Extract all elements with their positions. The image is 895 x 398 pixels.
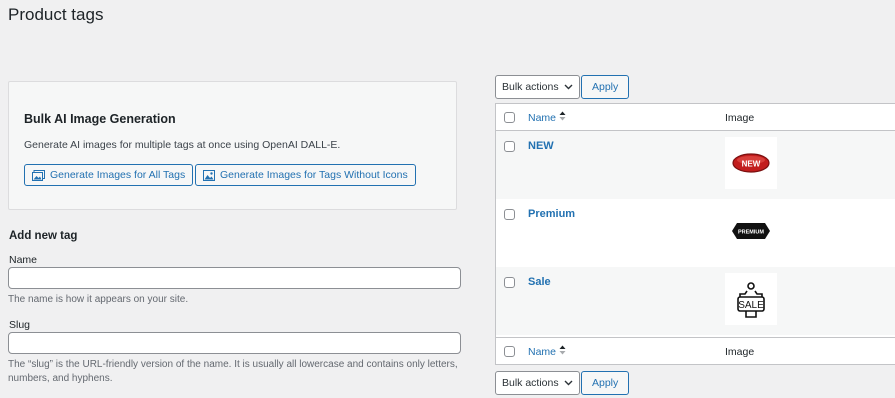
images-icon bbox=[32, 169, 45, 181]
name-column-label: Name bbox=[528, 345, 557, 358]
bulk-actions-select-bottom[interactable]: Bulk actions bbox=[495, 371, 580, 395]
tag-name-link[interactable]: Sale bbox=[528, 276, 551, 288]
svg-text:PREMIUM: PREMIUM bbox=[738, 230, 764, 236]
bulk-ai-title: Bulk AI Image Generation bbox=[24, 112, 176, 126]
image-column-footer: Image bbox=[725, 346, 755, 358]
name-column-footer[interactable]: Name bbox=[528, 345, 566, 358]
tags-table: Name Image NEW NEW Premium PREMIUM Sale bbox=[495, 103, 895, 365]
bulk-actions-select-top[interactable]: Bulk actions bbox=[495, 75, 580, 99]
image-icon bbox=[203, 169, 215, 181]
page-title: Product tags bbox=[8, 5, 104, 24]
slug-help-line-1: The “slug” is the URL-friendly version o… bbox=[8, 359, 458, 370]
apply-button-top[interactable]: Apply bbox=[581, 75, 630, 99]
apply-button-bottom[interactable]: Apply bbox=[581, 371, 630, 395]
select-all-checkbox-footer[interactable] bbox=[504, 346, 515, 357]
slug-input[interactable] bbox=[8, 332, 461, 354]
chevron-down-icon bbox=[564, 81, 573, 93]
name-column-header[interactable]: Name bbox=[528, 111, 566, 124]
row-checkbox[interactable] bbox=[504, 277, 515, 288]
table-row: NEW NEW bbox=[496, 131, 895, 199]
table-header: Name Image bbox=[496, 104, 895, 131]
tag-name-link[interactable]: NEW bbox=[528, 140, 554, 152]
name-column-label: Name bbox=[528, 111, 557, 124]
name-help-text: The name is how it appears on your site. bbox=[8, 294, 189, 305]
table-footer: Name Image bbox=[496, 337, 895, 364]
bulk-actions-label: Bulk actions bbox=[502, 377, 559, 389]
black-badge-icon: PREMIUM bbox=[725, 205, 777, 257]
row-checkbox[interactable] bbox=[504, 209, 515, 220]
bulk-ai-description: Generate AI images for multiple tags at … bbox=[24, 139, 341, 151]
bulk-actions-label: Bulk actions bbox=[502, 81, 559, 93]
generate-all-button[interactable]: Generate Images for All Tags bbox=[24, 164, 194, 186]
generate-without-icons-label: Generate Images for Tags Without Icons bbox=[220, 169, 408, 181]
tag-name-link[interactable]: Premium bbox=[528, 208, 575, 220]
add-tag-heading: Add new tag bbox=[9, 230, 78, 242]
chevron-down-icon bbox=[564, 377, 573, 389]
slug-label: Slug bbox=[9, 319, 31, 331]
svg-text:NEW: NEW bbox=[742, 160, 761, 169]
name-label: Name bbox=[9, 254, 38, 266]
row-checkbox[interactable] bbox=[504, 141, 515, 152]
name-input[interactable] bbox=[8, 267, 461, 289]
sort-icon bbox=[559, 111, 566, 124]
image-column-header: Image bbox=[725, 112, 755, 124]
slug-help-line-2: numbers, and hyphens. bbox=[8, 373, 113, 384]
red-badge-icon: NEW bbox=[725, 137, 777, 189]
table-row: Sale SALE bbox=[496, 267, 895, 335]
generate-all-label: Generate Images for All Tags bbox=[50, 169, 186, 181]
table-row: Premium PREMIUM bbox=[496, 199, 895, 267]
sort-icon bbox=[559, 345, 566, 358]
bulk-ai-panel: Bulk AI Image Generation Generate AI ima… bbox=[8, 81, 457, 210]
slug-help-text: The “slug” is the URL-friendly version o… bbox=[8, 358, 458, 386]
select-all-checkbox[interactable] bbox=[504, 112, 515, 123]
generate-without-icons-button[interactable]: Generate Images for Tags Without Icons bbox=[195, 164, 416, 186]
svg-text:SALE: SALE bbox=[738, 300, 764, 311]
sale-tag-icon: SALE bbox=[725, 273, 777, 325]
